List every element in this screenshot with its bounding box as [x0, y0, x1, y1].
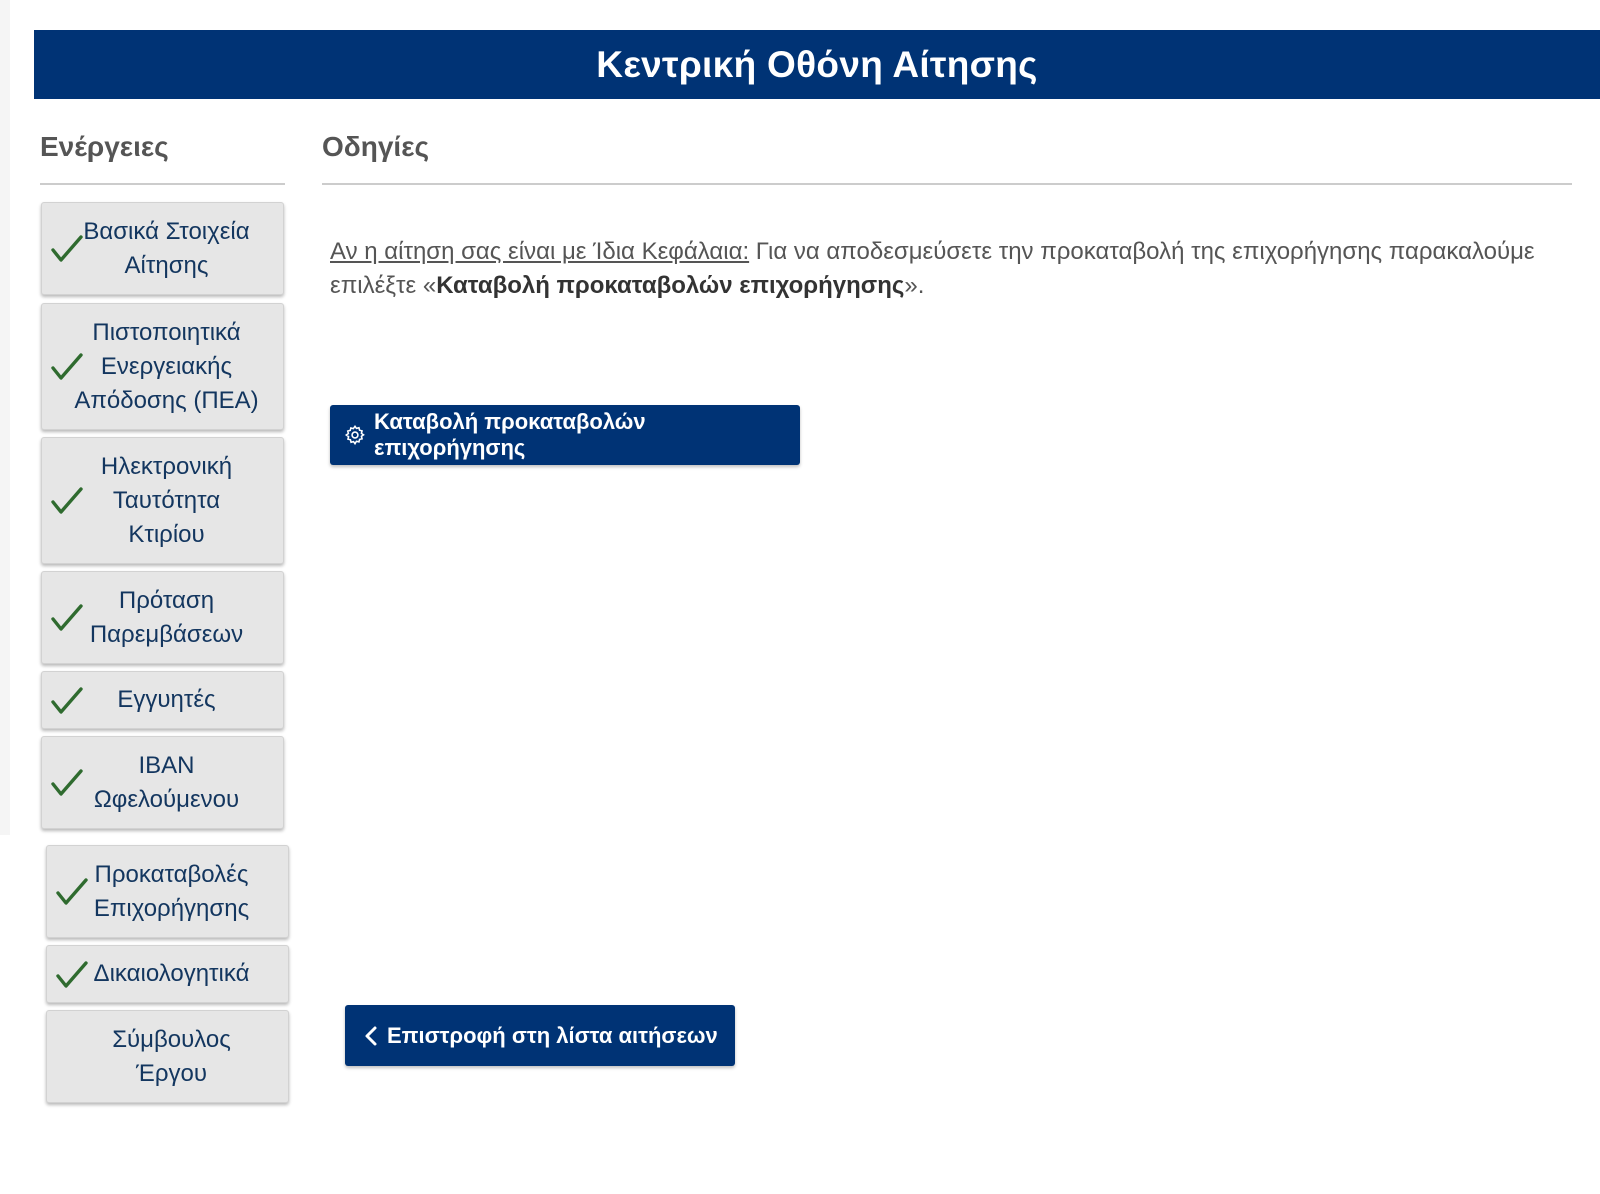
sidebar-title: Ενέργειες — [40, 131, 169, 162]
instruction-condition: Αν η αίτηση σας είναι με Ίδια Κεφάλαια: — [330, 238, 750, 265]
check-icon — [55, 876, 89, 908]
sidebar-item-label: Βασικά Στοιχεία Αίτησης — [83, 217, 250, 279]
left-edge-strip — [0, 0, 10, 835]
check-icon — [50, 351, 84, 383]
sidebar-item-grant-advances[interactable]: Προκαταβολές Επιχορήγησης — [46, 845, 289, 938]
check-icon — [50, 233, 84, 265]
sidebar-divider — [40, 183, 285, 185]
sidebar-item-guarantors[interactable]: Εγγυητές — [41, 671, 284, 729]
instruction-text: Αν η αίτηση σας είναι με Ίδια Κεφάλαια: … — [330, 235, 1570, 303]
check-icon — [50, 767, 84, 799]
sidebar-item-interventions[interactable]: Πρόταση Παρεμβάσεων — [41, 571, 284, 664]
check-icon — [50, 602, 84, 634]
check-icon — [50, 685, 84, 717]
check-icon — [50, 485, 84, 517]
sidebar-item-label: IBAN Ωφελούμενου — [93, 751, 240, 813]
grant-advance-payment-label: Καταβολή προκαταβολών επιχορήγησης — [374, 409, 646, 460]
instructions-title: Οδηγίες — [322, 131, 430, 162]
gear-icon — [344, 424, 366, 446]
chevron-left-icon — [363, 1025, 379, 1047]
sidebar-item-building-id[interactable]: Ηλεκτρονική Ταυτότητα Κτιρίου — [41, 437, 284, 564]
sidebar-item-label: Προκαταβολές Επιχορήγησης — [93, 860, 250, 922]
instructions-divider — [322, 183, 1572, 185]
sidebar-item-label: Σύμβουλος Έργου — [112, 1025, 231, 1087]
instruction-end: ». — [904, 272, 925, 299]
sidebar-item-label: Δικαιολογητικά — [93, 960, 250, 987]
back-to-applications-button[interactable]: Επιστροφή στη λίστα αιτήσεων — [345, 1005, 735, 1066]
sidebar-item-basic-info[interactable]: Βασικά Στοιχεία Αίτησης — [41, 202, 284, 295]
sidebar-item-label: Εγγυητές — [117, 686, 216, 713]
header-bar: Κεντρική Οθόνη Αίτησης — [34, 30, 1600, 99]
sidebar-item-energy-certificates[interactable]: Πιστοποιητικά Ενεργειακής Απόδοσης (ΠΕΑ) — [41, 303, 284, 430]
sidebar-item-documents[interactable]: Δικαιολογητικά — [46, 945, 289, 1003]
sidebar-item-label: Πιστοποιητικά Ενεργειακής Απόδοσης (ΠΕΑ) — [74, 318, 259, 414]
sidebar-item-iban[interactable]: IBAN Ωφελούμενου — [41, 736, 284, 829]
page-title: Κεντρική Οθόνη Αίτησης — [596, 43, 1038, 85]
grant-advance-payment-button[interactable]: Καταβολή προκαταβολών επιχορήγησης — [330, 405, 800, 465]
check-icon — [55, 959, 89, 991]
instruction-action-name: Καταβολή προκαταβολών επιχορήγησης — [436, 272, 905, 299]
sidebar-item-project-consultant[interactable]: Σύμβουλος Έργου — [46, 1010, 289, 1103]
sidebar-item-label: Ηλεκτρονική Ταυτότητα Κτιρίου — [100, 452, 233, 548]
sidebar-item-label: Πρόταση Παρεμβάσεων — [89, 586, 244, 648]
back-to-applications-label: Επιστροφή στη λίστα αιτήσεων — [387, 1022, 718, 1048]
